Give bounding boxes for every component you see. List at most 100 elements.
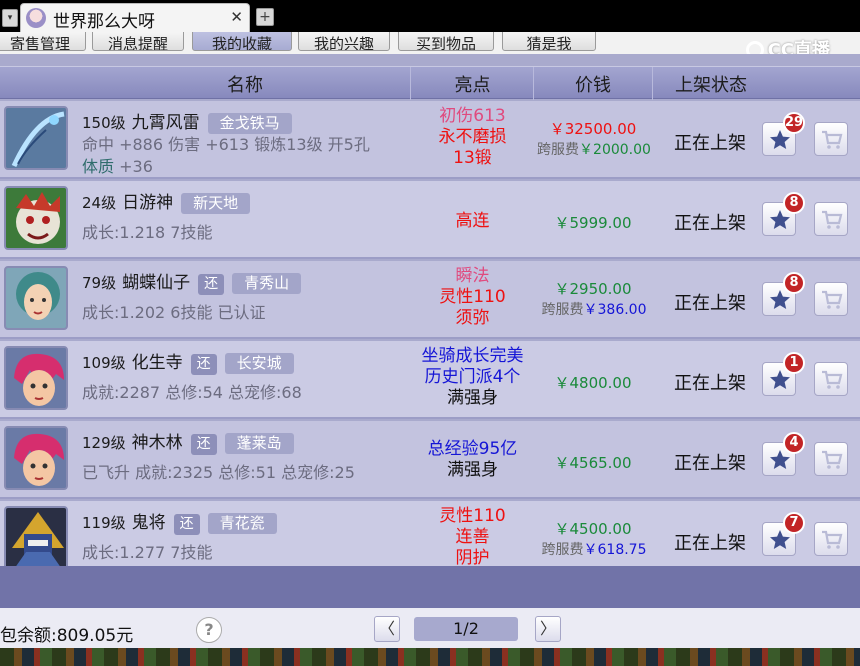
market-app: ▾ 世界那么大呀 ✕ + 寄售管理 消息提醒 我的收藏 我的兴趣 买到物品 猜是… xyxy=(0,0,860,666)
highlight-text: 须弥 xyxy=(455,308,490,328)
table-row[interactable]: 150级 九霄风雷 金戈铁马 命中 +886 伤害 +613 锻炼13级 开5孔 体质 … xyxy=(0,101,860,179)
listing-status: 正在上架 xyxy=(674,533,746,554)
favorites-panel: 名称 亮点 价钱 上架状态 150级 九霄风雷 金戈铁马 命中 +886 伤害 +61… xyxy=(0,54,860,620)
nav-guess-me[interactable]: 猜是我 xyxy=(502,32,596,51)
favorite-count-badge: 8 xyxy=(783,272,805,294)
fee-label: 跨服费 xyxy=(541,542,584,558)
tab-menu-button[interactable]: ▾ xyxy=(2,9,18,27)
item-title: 119级 鬼将还青花瓷 xyxy=(82,508,277,535)
fee-value: ￥2000.00 xyxy=(579,142,651,158)
item-price: ￥5999.00 xyxy=(534,212,652,233)
browser-titlebar: ▾ 世界那么大呀 ✕ + xyxy=(0,0,860,32)
item-title: 24级 日游神 新天地 xyxy=(82,188,251,214)
balance-text: 包余额:809.05元 xyxy=(0,626,134,646)
page-indicator: 1/2 xyxy=(414,617,518,641)
huan-tag: 还 xyxy=(198,274,225,295)
highlight-text: 瞬法 xyxy=(455,266,490,286)
item-thumbnail[interactable] xyxy=(4,506,68,570)
item-detail: 命中 +886 伤害 +613 锻炼13级 开5孔 xyxy=(82,135,370,154)
prev-page-button[interactable]: 〈 xyxy=(374,616,400,642)
item-level: 24级 xyxy=(82,194,117,212)
nav-messages[interactable]: 消息提醒 xyxy=(92,32,184,51)
server-tag: 长安城 xyxy=(224,353,294,374)
item-price: ￥4500.00 xyxy=(534,518,652,539)
nav-my-interests[interactable]: 我的兴趣 xyxy=(298,32,390,51)
nav-consign-manage[interactable]: 寄售管理 xyxy=(0,32,86,51)
huan-tag: 还 xyxy=(190,354,217,375)
item-detail: 成长:1.218 7技能 xyxy=(82,223,213,242)
table-row[interactable]: 24级 日游神 新天地成长:1.218 7技能 高连 ￥5999.00 正在上架 8 xyxy=(0,181,860,259)
help-icon[interactable]: ? xyxy=(196,617,222,643)
add-to-cart-button[interactable] xyxy=(814,442,848,476)
cross-server-fee: 跨服费￥2000.00 xyxy=(533,139,655,159)
price-value: ￥4500.00 xyxy=(554,520,632,538)
item-price: ￥4800.00 xyxy=(534,372,652,393)
server-tag: 新天地 xyxy=(181,193,251,214)
item-thumbnail[interactable] xyxy=(4,106,68,170)
favorite-count-badge: 1 xyxy=(783,352,805,374)
highlight-text: 灵性110 xyxy=(439,506,506,526)
add-to-cart-button[interactable] xyxy=(814,522,848,556)
price-value: ￥32500.00 xyxy=(549,120,637,138)
fee-label: 跨服费 xyxy=(541,302,584,318)
highlight-text: 连善 xyxy=(455,527,490,547)
table-row[interactable]: 79级 蝴蝶仙子还青秀山 成长:1.202 6技能 已认证 瞬法 灵性110 须弥 ￥295… xyxy=(0,261,860,339)
item-name: 日游神 xyxy=(122,193,174,213)
highlight-text: 满强身 xyxy=(447,388,498,408)
server-tag: 青秀山 xyxy=(232,273,302,294)
add-to-cart-button[interactable] xyxy=(814,282,848,316)
item-level: 119级 xyxy=(82,514,126,532)
listing-status: 正在上架 xyxy=(674,293,746,314)
listing-status: 正在上架 xyxy=(674,133,746,154)
item-thumbnail[interactable] xyxy=(4,266,68,330)
header-name: 名称 xyxy=(227,75,263,96)
item-price: ￥4565.00 xyxy=(534,452,652,473)
add-to-cart-button[interactable] xyxy=(814,202,848,236)
fee-value: ￥618.75 xyxy=(583,542,647,558)
item-detail: 成长:1.202 6技能 已认证 xyxy=(82,303,266,322)
highlight-text: 永不磨损 xyxy=(438,127,507,147)
cross-server-fee: 跨服费￥618.75 xyxy=(533,539,655,559)
tab-avatar-icon xyxy=(26,8,46,28)
item-level: 79级 xyxy=(82,274,117,292)
server-tag: 青花瓷 xyxy=(207,513,277,534)
favorite-count-badge: 7 xyxy=(783,512,805,534)
item-thumbnail[interactable] xyxy=(4,426,68,490)
listing-status: 正在上架 xyxy=(674,213,746,234)
highlight-text: 阴护 xyxy=(455,548,490,568)
item-thumbnail[interactable] xyxy=(4,346,68,410)
highlight-text: 高连 xyxy=(455,211,490,231)
fee-value: ￥386.00 xyxy=(583,302,647,318)
item-price: ￥2950.00 xyxy=(534,278,652,299)
item-thumbnail[interactable] xyxy=(4,186,68,250)
item-level: 129级 xyxy=(82,434,126,452)
highlight-text: 总经验95亿 xyxy=(427,439,518,459)
next-page-button[interactable]: 〉 xyxy=(535,616,561,642)
sub-navigation: 寄售管理 消息提醒 我的收藏 我的兴趣 买到物品 猜是我 xyxy=(0,32,860,54)
item-level: 150级 xyxy=(82,114,126,132)
price-value: ￥5999.00 xyxy=(554,214,632,232)
add-to-cart-button[interactable] xyxy=(814,122,848,156)
item-level: 109级 xyxy=(82,354,126,372)
header-status: 上架状态 xyxy=(675,75,747,96)
highlight-text: 满强身 xyxy=(447,460,498,480)
item-name: 蝴蝶仙子 xyxy=(122,273,191,293)
highlight-text: 坐骑成长完美 xyxy=(421,346,524,366)
add-tab-button[interactable]: + xyxy=(256,8,274,26)
close-icon[interactable]: ✕ xyxy=(230,8,243,26)
nav-bought-items[interactable]: 买到物品 xyxy=(398,32,494,51)
footer-bar: 包余额:809.05元 ? 〈 1/2 〉 xyxy=(0,608,860,648)
table-row[interactable]: 109级 化生寺还长安城 成就:2287 总修:54 总宠修:68 坐骑成长完美 历史门… xyxy=(0,341,860,419)
price-value: ￥4800.00 xyxy=(554,374,632,392)
add-to-cart-button[interactable] xyxy=(814,362,848,396)
item-name: 鬼将 xyxy=(131,513,166,533)
browser-tab[interactable]: 世界那么大呀 ✕ xyxy=(20,3,250,32)
table-row[interactable]: 129级 神木林还蓬莱岛 已飞升 成就:2325 总修:51 总宠修:25 总经验95… xyxy=(0,421,860,499)
item-title: 129级 神木林还蓬莱岛 xyxy=(82,428,294,455)
highlight-text: 历史门派4个 xyxy=(424,367,521,387)
item-title: 109级 化生寺还长安城 xyxy=(82,348,294,375)
favorite-count-badge: 8 xyxy=(783,192,805,214)
header-price: 价钱 xyxy=(575,75,611,96)
item-price: ￥32500.00 xyxy=(534,118,652,139)
nav-my-favorites[interactable]: 我的收藏 xyxy=(192,32,292,51)
